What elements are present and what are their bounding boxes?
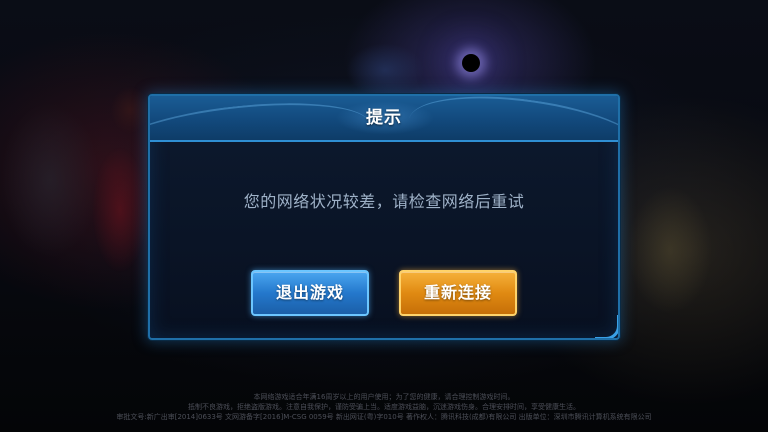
dialog-title-bar: 提示 xyxy=(150,96,618,142)
footer-line: 审批文号:新广出审[2014]0633号 文网游备字[2016]M-CSG 00… xyxy=(116,413,652,421)
footer-line: 本网络游戏适合年满16周岁以上的用户使用；为了您的健康，请合理控制游戏时间。 xyxy=(253,393,515,401)
background-hero-right xyxy=(600,150,740,350)
background-dark-orb xyxy=(462,54,480,72)
reconnect-button[interactable]: 重新连接 xyxy=(399,270,517,316)
dialog-title: 提示 xyxy=(366,108,402,128)
dialog-message: 您的网络状况较差，请检查网络后重试 xyxy=(243,192,525,211)
footer-line: 抵制不良游戏，拒绝盗版游戏。注意自我保护，谨防受骗上当。适度游戏益脑，沉迷游戏伤… xyxy=(188,403,580,411)
exit-game-button[interactable]: 退出游戏 xyxy=(251,270,369,316)
network-warning-dialog: 提示 您的网络状况较差，请检查网络后重试 退出游戏 重新连接 xyxy=(148,94,620,340)
game-screen: 提示 您的网络状况较差，请检查网络后重试 退出游戏 重新连接 本网络游戏适合年满… xyxy=(0,0,768,432)
legal-footer: 本网络游戏适合年满16周岁以上的用户使用；为了您的健康，请合理控制游戏时间。 抵… xyxy=(0,392,768,422)
